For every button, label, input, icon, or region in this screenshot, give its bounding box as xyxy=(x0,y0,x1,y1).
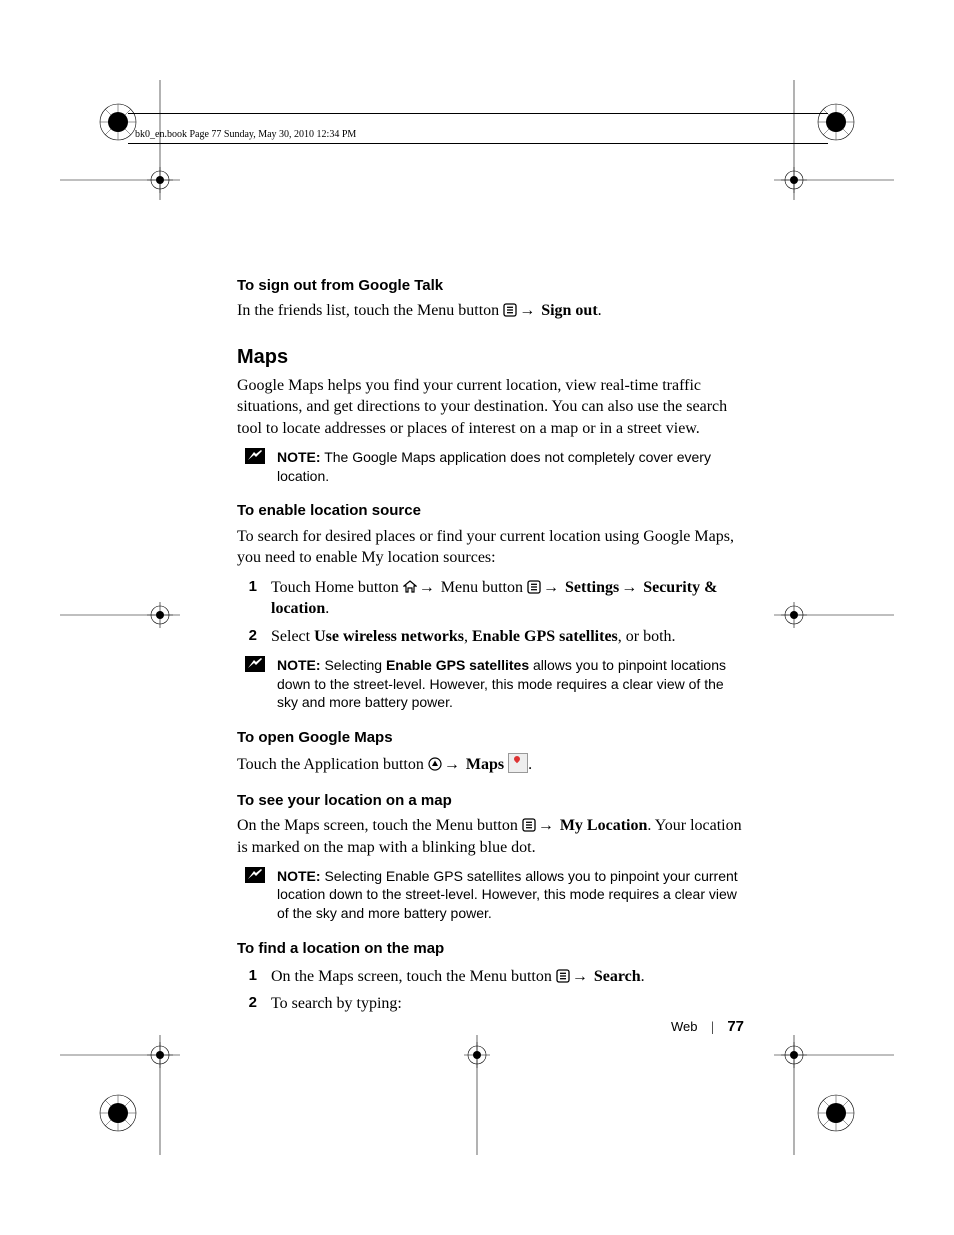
page-body: To sign out from Google Talk In the frie… xyxy=(237,260,747,1021)
crop-mark-tr xyxy=(774,80,894,200)
note-icon xyxy=(245,656,265,713)
bold-maps: Maps xyxy=(462,756,508,773)
arrow-icon: → xyxy=(442,756,462,773)
text: On the Maps screen, touch the Menu butto… xyxy=(271,968,556,985)
text: . xyxy=(325,600,329,617)
header-rule-top xyxy=(128,113,828,114)
heading-sign-out: To sign out from Google Talk xyxy=(237,276,747,296)
page-footer: Web | 77 xyxy=(671,1018,744,1036)
arrow-icon: → xyxy=(570,968,590,985)
step-number: 1 xyxy=(245,577,257,620)
step-1: 1 On the Maps screen, touch the Menu but… xyxy=(237,966,747,988)
sign-out-line: In the friends list, touch the Menu butt… xyxy=(237,300,747,322)
text: The Google Maps application does not com… xyxy=(277,449,711,484)
note-maps-coverage: NOTE: The Google Maps application does n… xyxy=(237,448,747,486)
text: In the friends list, touch the Menu butt… xyxy=(237,302,503,319)
note-gps-see: NOTE: Selecting Enable GPS satellites al… xyxy=(237,867,747,924)
note-label: NOTE: xyxy=(277,449,321,465)
text: Touch Home button xyxy=(271,579,403,596)
crop-mark-br xyxy=(774,1035,894,1155)
arrow-icon: → xyxy=(417,579,437,596)
arrow-icon: → xyxy=(536,817,556,834)
text: . xyxy=(528,756,532,773)
note-icon xyxy=(245,867,265,924)
crop-mark-bl xyxy=(60,1035,180,1155)
note-label: NOTE: xyxy=(277,868,321,884)
footer-page-number: 77 xyxy=(727,1018,744,1035)
note-text: NOTE: The Google Maps application does n… xyxy=(277,448,747,486)
crop-mark-tl xyxy=(60,80,180,200)
menu-icon xyxy=(522,818,536,832)
menu-icon xyxy=(527,580,541,594)
heading-open-maps: To open Google Maps xyxy=(237,728,747,748)
text: . xyxy=(641,968,645,985)
menu-icon xyxy=(503,303,517,317)
menu-icon xyxy=(556,969,570,983)
text: Menu button xyxy=(437,579,527,596)
open-maps-line: Touch the Application button → Maps . xyxy=(237,753,747,776)
crop-mark-ml xyxy=(60,555,180,675)
running-header: bk0_en.book Page 77 Sunday, May 30, 2010… xyxy=(135,129,356,140)
enable-steps: 1 Touch Home button → Menu button → Sett… xyxy=(237,577,747,648)
bold-gps: Enable GPS satellites xyxy=(386,657,529,673)
text: Selecting Enable GPS satellites allows y… xyxy=(277,868,738,922)
bold-wireless: Use wireless networks xyxy=(314,628,464,645)
home-icon xyxy=(403,580,417,594)
crop-mark-mr xyxy=(774,555,894,675)
step-2: 2 Select Use wireless networks, Enable G… xyxy=(237,626,747,648)
note-icon xyxy=(245,448,265,486)
step-number: 2 xyxy=(245,626,257,648)
heading-find-location: To find a location on the map xyxy=(237,939,747,959)
bold-my-location: My Location xyxy=(556,817,648,834)
text: Select xyxy=(271,628,314,645)
header-rule-bottom xyxy=(128,143,828,144)
note-gps-enable: NOTE: Selecting Enable GPS satellites al… xyxy=(237,656,747,713)
text: , xyxy=(464,628,472,645)
arrow-icon: → xyxy=(517,302,537,319)
find-steps: 1 On the Maps screen, touch the Menu but… xyxy=(237,966,747,1015)
step-1: 1 Touch Home button → Menu button → Sett… xyxy=(237,577,747,620)
note-text: NOTE: Selecting Enable GPS satellites al… xyxy=(277,656,747,713)
bold-gps: Enable GPS satellites xyxy=(472,628,618,645)
text: . xyxy=(598,302,602,319)
maps-app-icon xyxy=(508,753,528,773)
step-body: On the Maps screen, touch the Menu butto… xyxy=(271,966,747,988)
see-location-line: On the Maps screen, touch the Menu butto… xyxy=(237,815,747,858)
application-icon xyxy=(428,757,442,771)
heading-enable-location: To enable location source xyxy=(237,501,747,521)
note-text: NOTE: Selecting Enable GPS satellites al… xyxy=(277,867,747,924)
bold-sign-out: Sign out xyxy=(537,302,597,319)
step-2: 2 To search by typing: xyxy=(237,993,747,1015)
text: On the Maps screen, touch the Menu butto… xyxy=(237,817,522,834)
step-body: To search by typing: xyxy=(271,993,747,1015)
text: Touch the Application button xyxy=(237,756,428,773)
step-number: 2 xyxy=(245,993,257,1015)
step-number: 1 xyxy=(245,966,257,988)
step-body: Select Use wireless networks, Enable GPS… xyxy=(271,626,747,648)
note-label: NOTE: xyxy=(277,657,321,673)
bold-search: Search xyxy=(590,968,641,985)
footer-section: Web xyxy=(671,1019,698,1034)
step-body: Touch Home button → Menu button → Settin… xyxy=(271,577,747,620)
bold-settings: Settings xyxy=(561,579,619,596)
text: Selecting xyxy=(321,657,386,673)
heading-see-location: To see your location on a map xyxy=(237,791,747,811)
arrow-icon: → xyxy=(541,579,561,596)
maps-intro: Google Maps helps you find your current … xyxy=(237,375,747,440)
enable-intro: To search for desired places or find you… xyxy=(237,526,747,569)
arrow-icon: → xyxy=(619,579,639,596)
footer-separator: | xyxy=(701,1020,724,1035)
text: , or both. xyxy=(618,628,676,645)
heading-maps: Maps xyxy=(237,344,747,371)
crop-mark-mc xyxy=(417,1035,537,1155)
